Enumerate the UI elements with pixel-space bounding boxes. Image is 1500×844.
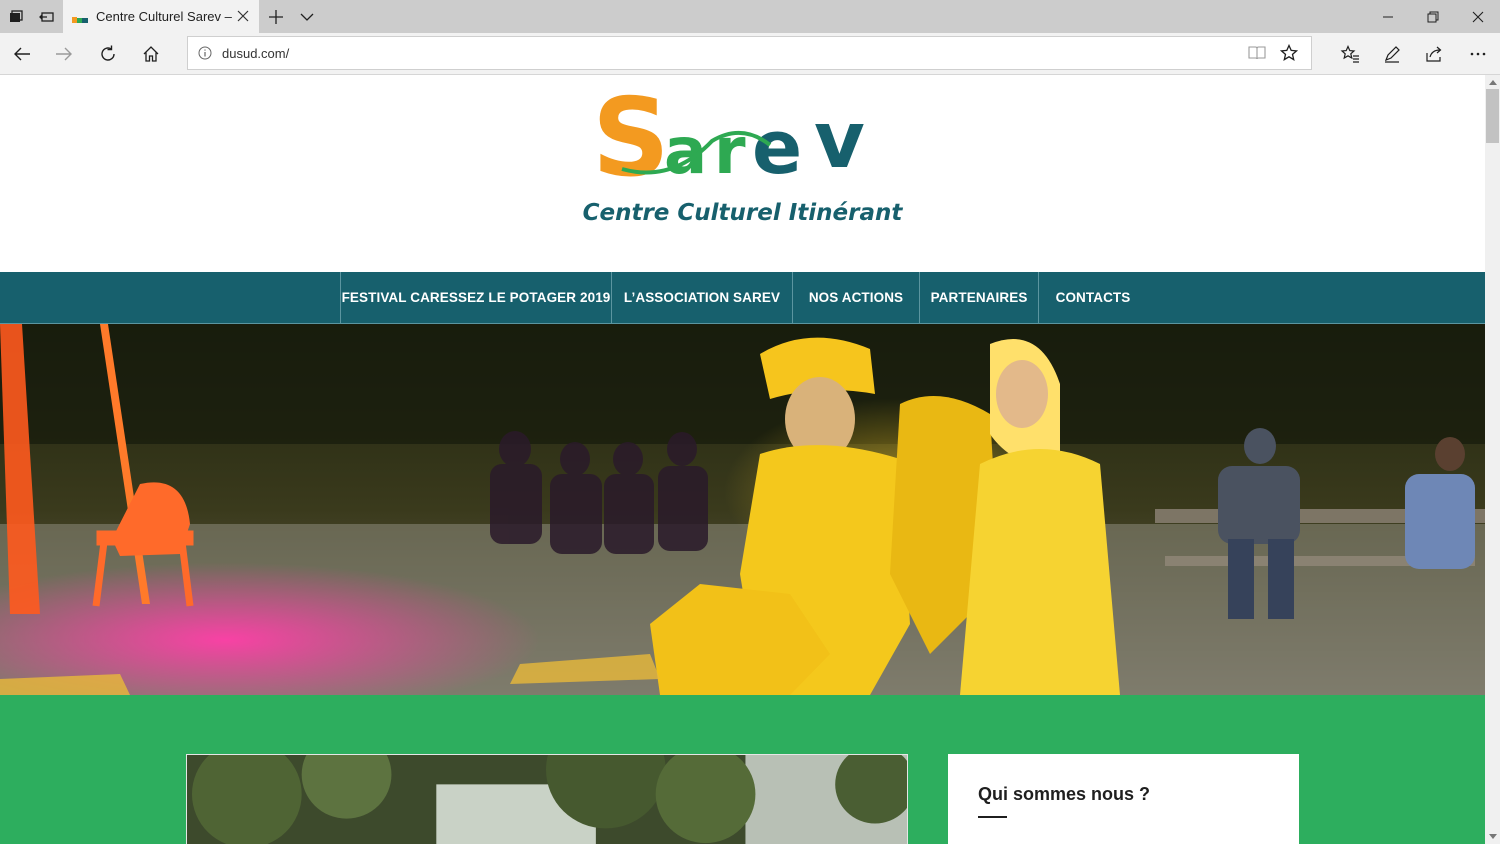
new-tab-icon[interactable] (260, 0, 292, 33)
tab-title: Centre Culturel Sarev – (96, 9, 232, 24)
favorites-hub-icon[interactable] (1330, 33, 1370, 74)
site-tagline: Centre Culturel Itinérant (582, 200, 903, 226)
restore-icon[interactable] (1410, 0, 1455, 33)
share-icon[interactable] (1414, 33, 1454, 74)
tab-actions-icon[interactable] (0, 0, 32, 33)
logo-letter-r: r (714, 115, 746, 189)
reading-view-icon[interactable] (1241, 37, 1273, 69)
logo-letter-v: v (814, 96, 865, 186)
main-menu: FESTIVAL CARESSEZ LE POTAGER 2019 L’ASSO… (0, 272, 1485, 324)
forward-icon[interactable] (44, 33, 84, 74)
close-window-icon[interactable] (1455, 0, 1500, 33)
menu-item-actions[interactable]: NOS ACTIONS (793, 272, 919, 323)
refresh-icon[interactable] (88, 33, 128, 74)
logo-letter-e: e (752, 105, 802, 191)
minimize-icon[interactable] (1365, 0, 1410, 33)
info-icon[interactable] (188, 37, 222, 69)
home-icon[interactable] (131, 33, 171, 74)
chevron-down-icon[interactable] (291, 0, 323, 33)
site-favicon-icon (72, 12, 88, 23)
menu-item-partenaires[interactable]: PARTENAIRES (920, 272, 1038, 323)
title-underline (978, 816, 1007, 818)
back-icon[interactable] (2, 33, 42, 74)
more-icon[interactable] (1458, 33, 1498, 74)
scroll-down-arrow-icon[interactable] (1485, 830, 1500, 844)
menu-item-contacts[interactable]: CONTACTS (1039, 272, 1147, 323)
sarev-logo[interactable]: S a r e v (592, 83, 892, 203)
address-bar[interactable]: dusud.com/ (187, 36, 1312, 70)
browser-toolbar: dusud.com/ (0, 33, 1500, 75)
content-section: Qui sommes nous ? (0, 695, 1485, 844)
tabs-aside-icon[interactable] (31, 0, 63, 33)
scroll-up-arrow-icon[interactable] (1485, 75, 1500, 89)
menu-item-festival[interactable]: FESTIVAL CARESSEZ LE POTAGER 2019 (341, 272, 611, 323)
hero-photo (0, 324, 1485, 695)
featured-photo[interactable] (186, 754, 908, 844)
page-scrollbar[interactable] (1485, 75, 1500, 844)
page-viewport: S a r e v Centre Culturel Itinérant FEST… (0, 75, 1485, 844)
browser-tab-bar: Centre Culturel Sarev – (0, 0, 1500, 33)
url-text[interactable]: dusud.com/ (222, 46, 289, 61)
about-title: Qui sommes nous ? (978, 784, 1151, 804)
active-tab[interactable]: Centre Culturel Sarev – (63, 0, 259, 33)
menu-item-association[interactable]: L’ASSOCIATION SAREV (612, 272, 792, 323)
logo-letter-s: S (592, 83, 670, 201)
close-icon[interactable] (235, 8, 251, 24)
scroll-thumb[interactable] (1486, 89, 1499, 143)
about-card: Qui sommes nous ? (948, 754, 1299, 844)
favorite-star-icon[interactable] (1273, 37, 1305, 69)
pen-icon[interactable] (1372, 33, 1412, 74)
